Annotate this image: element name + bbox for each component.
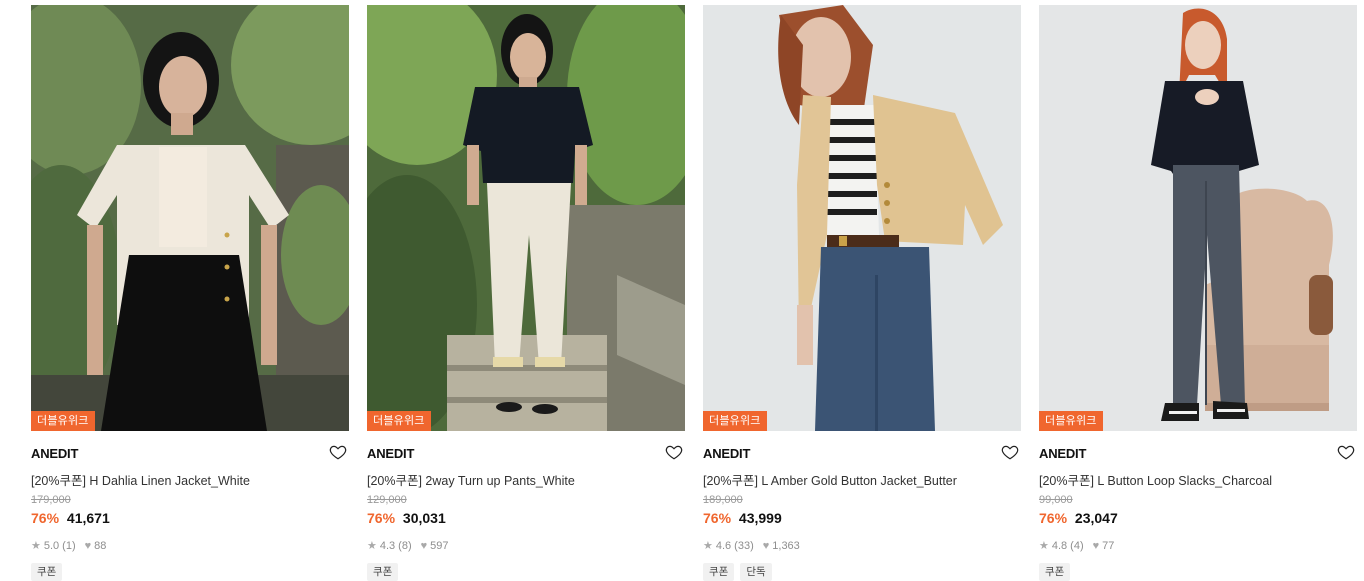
- like-count: 88: [94, 539, 107, 552]
- tag-coupon: 쿠폰: [367, 563, 399, 581]
- rating-likes-row: ★ 5.0 (1) ♥ 88: [31, 539, 107, 553]
- discount-rate: 76%: [31, 510, 60, 526]
- rating-likes-row: ★ 4.8 (4) ♥ 77: [1039, 539, 1115, 553]
- sale-price: 43,999: [738, 510, 782, 526]
- discount-rate: 76%: [367, 510, 396, 526]
- heart-filled-icon: ♥: [1092, 539, 1100, 552]
- product-title[interactable]: [20%쿠폰] H Dahlia Linen Jacket_White: [31, 470, 250, 489]
- product-card[interactable]: 더블유위크 ANEDIT [20%쿠폰] H Dahlia Linen Jack…: [31, 5, 349, 581]
- tag-list: 쿠폰: [31, 563, 63, 581]
- product-image[interactable]: 더블유위크: [31, 5, 349, 431]
- like-count: 77: [1102, 539, 1115, 552]
- heart-filled-icon: ♥: [762, 539, 770, 552]
- tag-exclusive: 단독: [740, 563, 772, 581]
- original-price: 99,000: [1039, 494, 1073, 506]
- tag-coupon: 쿠폰: [1039, 563, 1071, 581]
- price-row: 76% 41,671: [31, 510, 110, 526]
- product-image[interactable]: 더블유위크: [703, 5, 1021, 431]
- star-icon: ★: [31, 540, 41, 552]
- brand-name[interactable]: ANEDIT: [31, 446, 78, 461]
- review-count: (8): [398, 539, 412, 552]
- sale-price: 41,671: [66, 510, 110, 526]
- product-card[interactable]: 더블유위크 ANEDIT [20%쿠폰] 2way Turn up Pants_…: [367, 5, 685, 581]
- tag-list: 쿠폰: [367, 563, 399, 581]
- star-icon: ★: [1039, 540, 1049, 552]
- heart-filled-icon: ♥: [420, 539, 428, 552]
- price-row: 76% 43,999: [703, 510, 782, 526]
- review-count: (1): [62, 539, 76, 552]
- original-price: 179,000: [31, 494, 71, 506]
- review-count: (33): [734, 539, 754, 552]
- event-badge: 더블유위크: [367, 411, 431, 431]
- tag-list: 쿠폰: [1039, 563, 1071, 581]
- sale-price: 30,031: [402, 510, 446, 526]
- product-title[interactable]: [20%쿠폰] L Button Loop Slacks_Charcoal: [1039, 470, 1272, 489]
- tag-list: 쿠폰 단독: [703, 563, 772, 581]
- like-count: 597: [430, 539, 449, 552]
- tag-coupon: 쿠폰: [703, 563, 735, 581]
- price-row: 76% 30,031: [367, 510, 446, 526]
- product-card[interactable]: 더블유위크 ANEDIT [20%쿠폰] L Amber Gold Button…: [703, 5, 1021, 581]
- event-badge: 더블유위크: [31, 411, 95, 431]
- brand-name[interactable]: ANEDIT: [703, 446, 750, 461]
- product-card[interactable]: 더블유위크 ANEDIT [20%쿠폰] L Button Loop Slack…: [1039, 5, 1357, 581]
- brand-name[interactable]: ANEDIT: [367, 446, 414, 461]
- like-count: 1,363: [772, 539, 800, 552]
- wishlist-heart-icon[interactable]: [329, 443, 347, 461]
- product-title[interactable]: [20%쿠폰] L Amber Gold Button Jacket_Butte…: [703, 470, 957, 489]
- product-image[interactable]: 더블유위크: [1039, 5, 1357, 431]
- wishlist-heart-icon[interactable]: [1337, 443, 1355, 461]
- wishlist-heart-icon[interactable]: [665, 443, 683, 461]
- star-icon: ★: [703, 540, 713, 552]
- event-badge: 더블유위크: [1039, 411, 1103, 431]
- discount-rate: 76%: [1039, 510, 1068, 526]
- rating-value: 4.3: [379, 539, 396, 552]
- product-grid: 더블유위크 ANEDIT [20%쿠폰] H Dahlia Linen Jack…: [0, 0, 1364, 581]
- event-badge: 더블유위크: [703, 411, 767, 431]
- original-price: 189,000: [703, 494, 743, 506]
- original-price: 129,000: [367, 494, 407, 506]
- product-title[interactable]: [20%쿠폰] 2way Turn up Pants_White: [367, 470, 575, 489]
- price-row: 76% 23,047: [1039, 510, 1118, 526]
- discount-rate: 76%: [703, 510, 732, 526]
- rating-value: 4.6: [715, 539, 732, 552]
- rating-likes-row: ★ 4.3 (8) ♥ 597: [367, 539, 449, 553]
- star-icon: ★: [367, 540, 377, 552]
- heart-filled-icon: ♥: [84, 539, 92, 552]
- review-count: (4): [1070, 539, 1084, 552]
- wishlist-heart-icon[interactable]: [1001, 443, 1019, 461]
- sale-price: 23,047: [1074, 510, 1118, 526]
- rating-value: 4.8: [1051, 539, 1068, 552]
- tag-coupon: 쿠폰: [31, 563, 63, 581]
- rating-likes-row: ★ 4.6 (33) ♥ 1,363: [703, 539, 800, 553]
- product-image[interactable]: 더블유위크: [367, 5, 685, 431]
- rating-value: 5.0: [43, 539, 60, 552]
- brand-name[interactable]: ANEDIT: [1039, 446, 1086, 461]
